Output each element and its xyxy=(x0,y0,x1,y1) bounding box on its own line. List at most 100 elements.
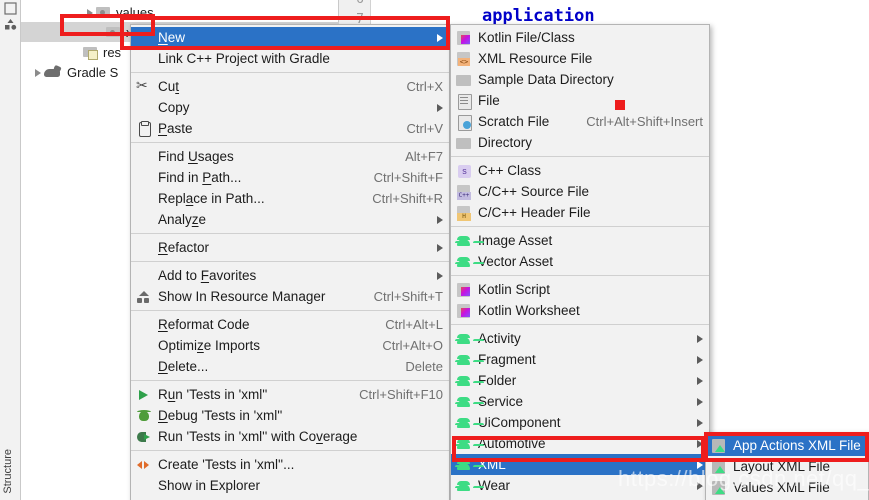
new-item-automotive[interactable]: Automotive xyxy=(451,433,709,454)
submenu-arrow-icon xyxy=(437,271,443,280)
app-actions-xml-icon xyxy=(710,459,728,475)
android-studio-window: Structure values xml res Gradle S 6 7 xyxy=(0,0,869,500)
menu-item-refactor[interactable]: Refactor xyxy=(131,237,449,258)
xml-item-layout-xml-file[interactable]: Layout XML File xyxy=(706,456,868,477)
c-source-icon xyxy=(455,184,473,200)
new-item-wear[interactable]: Wear xyxy=(451,475,709,496)
menu-item-label: C/C++ Source File xyxy=(478,184,590,199)
new-item-kotlin-file-class[interactable]: Kotlin File/Class xyxy=(451,27,709,48)
new-item-xml[interactable]: XML xyxy=(451,454,709,475)
menu-item-label: XML Resource File xyxy=(478,51,593,66)
new-item-file[interactable]: File xyxy=(451,90,709,111)
menu-separator xyxy=(451,226,709,227)
menu-item-icon-placeholder xyxy=(135,191,153,207)
submenu-arrow-icon xyxy=(697,460,703,469)
menu-separator xyxy=(131,380,449,381)
resource-manager-tool-icon[interactable] xyxy=(4,18,17,31)
new-item-c-c-source-file[interactable]: C/C++ Source File xyxy=(451,181,709,202)
menu-item-icon-placeholder xyxy=(135,240,153,256)
menu-item-label: Refactor xyxy=(158,240,210,255)
folder-icon xyxy=(455,72,473,88)
new-item-c-class[interactable]: C++ Class xyxy=(451,160,709,181)
kotlin-file-icon xyxy=(455,303,473,319)
new-item-aidl[interactable]: AIDL xyxy=(451,496,709,500)
menu-item-label: Replace in Path... xyxy=(158,191,265,206)
folder-icon xyxy=(96,6,111,18)
new-item-vector-asset[interactable]: Vector Asset xyxy=(451,251,709,272)
c-header-icon xyxy=(455,205,473,221)
structure-tool-tab[interactable]: Structure xyxy=(2,449,14,494)
menu-separator xyxy=(131,142,449,143)
menu-item-find-usages[interactable]: Find Usages Alt+F7 xyxy=(131,146,449,167)
menu-item-label: Values XML File xyxy=(733,480,830,495)
menu-item-create-tests-in-xml[interactable]: Create 'Tests in 'xml''... xyxy=(131,454,449,475)
menu-item-paste[interactable]: Paste Ctrl+V xyxy=(131,118,449,139)
menu-item-accelerator: Ctrl+V xyxy=(406,121,443,136)
new-item-service[interactable]: Service xyxy=(451,391,709,412)
menu-item-new[interactable]: New xyxy=(131,27,449,48)
new-item-directory[interactable]: Directory xyxy=(451,132,709,153)
menu-item-delete[interactable]: Delete... Delete xyxy=(131,356,449,377)
menu-separator xyxy=(451,324,709,325)
menu-item-directory-path[interactable]: Directory PathCtrl+Alt+F12 xyxy=(131,496,449,500)
menu-item-analyze[interactable]: Analyze xyxy=(131,209,449,230)
new-item-c-c-header-file[interactable]: C/C++ Header File xyxy=(451,202,709,223)
menu-item-run-tests-in-xml[interactable]: Run 'Tests in 'xml'' Ctrl+Shift+F10 xyxy=(131,384,449,405)
menu-item-reformat-code[interactable]: Reformat Code Ctrl+Alt+L xyxy=(131,314,449,335)
menu-item-run-tests-in-xml-with-coverage[interactable]: Run 'Tests in 'xml'' with Coverage xyxy=(131,426,449,447)
new-submenu[interactable]: Kotlin File/Class XML Resource File Sample… xyxy=(450,24,710,500)
android-icon xyxy=(455,436,473,452)
menu-item-icon-placeholder xyxy=(135,359,153,375)
menu-item-link-c-project-with-gradle[interactable]: Link C++ Project with Gradle xyxy=(131,48,449,69)
menu-item-label: Vector Asset xyxy=(478,254,554,269)
menu-item-cut[interactable]: Cut Ctrl+X xyxy=(131,76,449,97)
xml-item-app-actions-xml-file[interactable]: App Actions XML File xyxy=(706,435,868,456)
new-item-image-asset[interactable]: Image Asset xyxy=(451,230,709,251)
menu-item-label: File xyxy=(478,93,500,108)
new-item-kotlin-worksheet[interactable]: Kotlin Worksheet xyxy=(451,300,709,321)
menu-item-label: App Actions XML File xyxy=(733,438,861,453)
menu-item-label: Wear xyxy=(478,478,511,493)
kotlin-file-icon xyxy=(455,282,473,298)
new-item-kotlin-script[interactable]: Kotlin Script xyxy=(451,279,709,300)
menu-item-copy[interactable]: Copy xyxy=(131,97,449,118)
menu-separator xyxy=(131,72,449,73)
menu-item-icon-placeholder xyxy=(135,268,153,284)
menu-item-label: UiComponent xyxy=(478,415,561,430)
new-item-activity[interactable]: Activity xyxy=(451,328,709,349)
new-item-folder[interactable]: Folder xyxy=(451,370,709,391)
new-item-fragment[interactable]: Fragment xyxy=(451,349,709,370)
new-item-uicomponent[interactable]: UiComponent xyxy=(451,412,709,433)
chevron-right-icon[interactable] xyxy=(31,66,44,79)
context-menu[interactable]: New Link C++ Project with Gradle Cut Ctrl+X… xyxy=(130,24,450,500)
submenu-arrow-icon xyxy=(697,376,703,385)
tree-row[interactable]: values xyxy=(21,2,339,22)
menu-item-debug-tests-in-xml[interactable]: Debug 'Tests in 'xml'' xyxy=(131,405,449,426)
submenu-arrow-icon xyxy=(697,481,703,490)
chevron-right-icon[interactable] xyxy=(83,6,96,19)
menu-item-label: Scratch File xyxy=(478,114,550,129)
menu-item-show-in-explorer[interactable]: Show in Explorer xyxy=(131,475,449,496)
menu-item-show-in-resource-manager[interactable]: Show In Resource Manager Ctrl+Shift+T xyxy=(131,286,449,307)
menu-item-label: Directory xyxy=(478,135,533,150)
project-tool-icon[interactable] xyxy=(4,2,17,15)
xml-submenu[interactable]: App Actions XML File Layout XML File Value… xyxy=(705,432,869,500)
new-item-sample-data-directory[interactable]: Sample Data Directory xyxy=(451,69,709,90)
menu-item-accelerator: Ctrl+Alt+Shift+Insert xyxy=(586,114,703,129)
menu-item-label: Add to Favorites xyxy=(158,268,257,283)
menu-item-label: C/C++ Header File xyxy=(478,205,591,220)
debug-icon xyxy=(135,408,153,424)
menu-item-replace-in-path[interactable]: Replace in Path... Ctrl+Shift+R xyxy=(131,188,449,209)
new-item-scratch-file[interactable]: Scratch File Ctrl+Alt+Shift+Insert xyxy=(451,111,709,132)
tree-item-label: res xyxy=(103,44,122,60)
menu-item-icon-placeholder xyxy=(135,478,153,494)
new-item-xml-resource-file[interactable]: XML Resource File xyxy=(451,48,709,69)
menu-item-optimize-imports[interactable]: Optimize Imports Ctrl+Alt+O xyxy=(131,335,449,356)
menu-item-label: Copy xyxy=(158,100,190,115)
menu-item-find-in-path[interactable]: Find in Path... Ctrl+Shift+F xyxy=(131,167,449,188)
menu-separator xyxy=(451,156,709,157)
xml-item-values-xml-file[interactable]: Values XML File xyxy=(706,477,868,498)
menu-separator xyxy=(131,450,449,451)
menu-item-accelerator: Ctrl+X xyxy=(406,79,443,94)
menu-item-add-to-favorites[interactable]: Add to Favorites xyxy=(131,265,449,286)
